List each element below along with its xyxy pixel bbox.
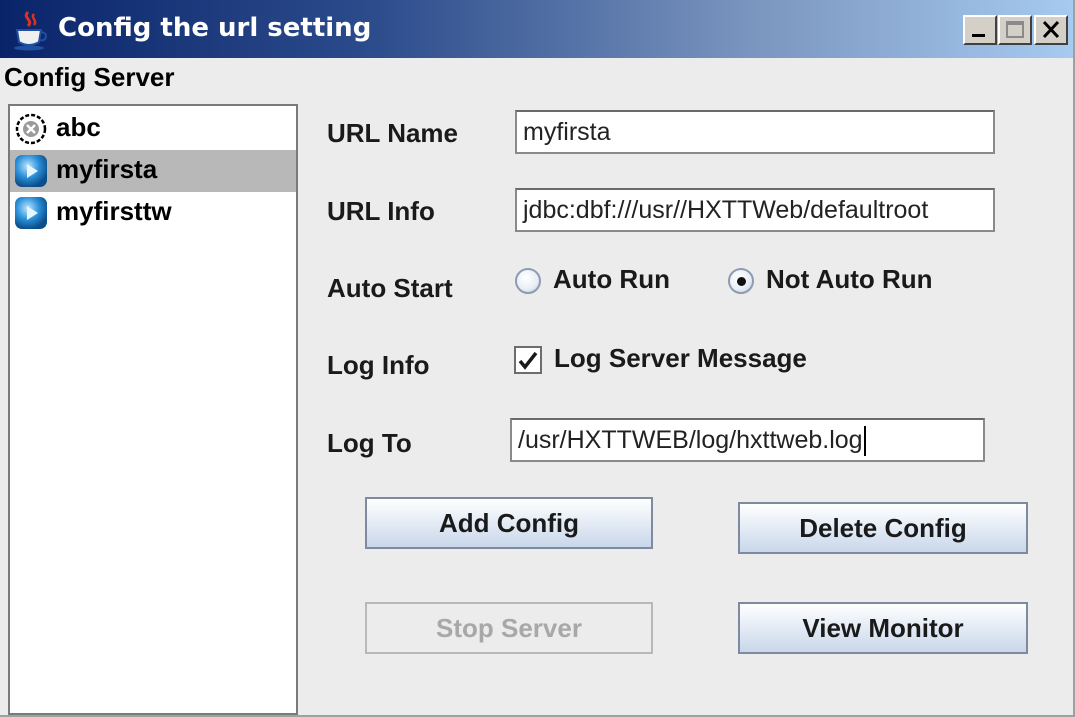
auto-start-label: Auto Start — [327, 273, 453, 303]
java-cup-icon — [14, 10, 47, 51]
server-item-abc[interactable]: abc — [10, 108, 296, 150]
server-item-label: abc — [56, 112, 101, 142]
minimize-icon — [972, 34, 985, 37]
title-bar[interactable]: Config the url setting — [0, 0, 1073, 58]
auto-run-radio[interactable]: Auto Run — [515, 264, 715, 300]
server-item-label: myfirsttw — [56, 196, 172, 226]
radio-selected-icon — [728, 268, 754, 294]
config-window: Config the url setting Config Server abc… — [0, 0, 1075, 717]
url-info-field[interactable]: jdbc:dbf:///usr//HXTTWeb/defaultroot — [515, 188, 995, 232]
delete-config-button[interactable]: Delete Config — [738, 502, 1028, 554]
log-to-label: Log To — [327, 428, 412, 458]
maximize-icon — [1006, 21, 1024, 38]
config-server-label: Config Server — [4, 62, 175, 92]
server-item-label: myfirsta — [56, 154, 158, 184]
checkmark-icon — [518, 351, 538, 370]
url-name-field[interactable]: myfirsta — [515, 110, 995, 154]
server-item-myfirsttw[interactable]: myfirsttw — [10, 192, 296, 234]
server-list[interactable]: abc myfirsta myfirsttw — [8, 104, 298, 715]
log-info-label: Log Info — [327, 350, 430, 380]
log-to-field[interactable]: /usr/HXTTWEB/log/hxttweb.log — [510, 418, 985, 462]
checkbox-checked-icon — [514, 346, 542, 374]
log-server-message-checkbox[interactable]: Log Server Message — [514, 343, 854, 379]
radio-unselected-icon — [515, 268, 541, 294]
not-auto-run-label: Not Auto Run — [766, 264, 933, 294]
url-info-label: URL Info — [327, 196, 435, 226]
view-monitor-button[interactable]: View Monitor — [738, 602, 1028, 654]
running-server-icon — [15, 155, 47, 187]
stop-server-button[interactable]: Stop Server — [365, 602, 653, 654]
url-name-label: URL Name — [327, 118, 459, 148]
auto-run-label: Auto Run — [553, 264, 670, 294]
window-title: Config the url setting — [58, 13, 372, 43]
text-caret — [863, 426, 866, 457]
server-item-myfirsta[interactable]: myfirsta — [10, 150, 296, 192]
log-to-value: /usr/HXTTWEB/log/hxttweb.log — [518, 426, 863, 454]
minimize-button[interactable] — [963, 15, 997, 45]
stopped-server-icon — [15, 113, 47, 145]
not-auto-run-radio[interactable]: Not Auto Run — [728, 264, 968, 300]
url-info-value: jdbc:dbf:///usr//HXTTWeb/defaultroot — [523, 196, 929, 224]
maximize-button[interactable] — [998, 15, 1032, 45]
add-config-button[interactable]: Add Config — [365, 497, 653, 549]
log-server-message-label: Log Server Message — [554, 343, 807, 373]
close-button[interactable] — [1034, 15, 1068, 45]
url-name-value: myfirsta — [523, 118, 611, 146]
running-server-icon — [15, 197, 47, 229]
close-icon — [1042, 20, 1060, 39]
